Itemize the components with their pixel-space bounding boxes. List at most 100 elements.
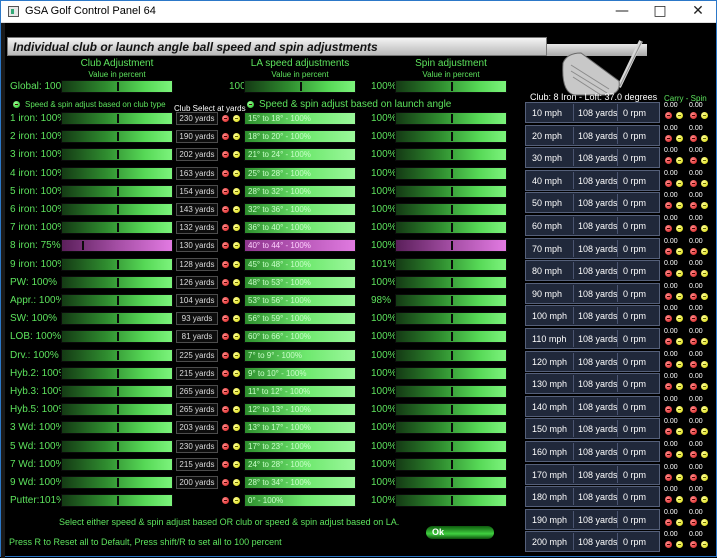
club-yards-field[interactable]: 265 yards [176, 403, 218, 416]
spin-slider[interactable] [395, 458, 507, 471]
slider-thumb[interactable] [451, 205, 453, 214]
club-speed-slider[interactable] [61, 403, 173, 416]
spin-slider[interactable] [395, 385, 507, 398]
club-yards-field[interactable]: 93 yards [176, 312, 218, 325]
spin-slider[interactable] [395, 203, 507, 216]
club-speed-slider[interactable] [61, 440, 173, 453]
club-speed-slider[interactable] [61, 421, 173, 434]
carry-increase-button[interactable] [675, 495, 684, 504]
slider-thumb[interactable] [117, 150, 119, 159]
spin-increase-button[interactable] [700, 201, 709, 210]
carry-increase-button[interactable] [675, 382, 684, 391]
increase-yards-button[interactable] [232, 496, 241, 505]
increase-yards-button[interactable] [232, 351, 241, 360]
la-speed-slider[interactable]: 7° to 9° - 100% [244, 349, 356, 362]
carry-decrease-button[interactable] [664, 495, 673, 504]
carry-decrease-button[interactable] [664, 156, 673, 165]
speed-row[interactable]: 10 mph 108 yards 0 rpm [525, 102, 660, 123]
club-yards-field[interactable]: 203 yards [176, 421, 218, 434]
spin-decrease-button[interactable] [689, 518, 698, 527]
spin-decrease-button[interactable] [689, 156, 698, 165]
carry-decrease-button[interactable] [664, 382, 673, 391]
increase-yards-button[interactable] [232, 405, 241, 414]
la-speed-slider[interactable]: 48° to 53° - 100% [244, 276, 356, 289]
carry-decrease-button[interactable] [664, 179, 673, 188]
slider-thumb[interactable] [117, 114, 119, 123]
spin-increase-button[interactable] [700, 405, 709, 414]
slider-thumb[interactable] [117, 460, 119, 469]
club-speed-slider[interactable] [61, 385, 173, 398]
slider-thumb[interactable] [451, 114, 453, 123]
spin-decrease-button[interactable] [689, 427, 698, 436]
la-speed-slider[interactable]: 56° to 59° - 100% [244, 312, 356, 325]
speed-row[interactable]: 90 mph 108 yards 0 rpm [525, 283, 660, 304]
decrease-yards-button[interactable] [221, 442, 230, 451]
club-speed-slider[interactable] [61, 130, 173, 143]
spin-slider[interactable] [395, 312, 507, 325]
increase-yards-button[interactable] [232, 369, 241, 378]
slider-thumb[interactable] [117, 351, 119, 360]
speed-row[interactable]: 160 mph 108 yards 0 rpm [525, 441, 660, 462]
carry-increase-button[interactable] [675, 450, 684, 459]
spin-decrease-button[interactable] [689, 450, 698, 459]
slider-thumb[interactable] [117, 82, 119, 91]
spin-increase-button[interactable] [700, 518, 709, 527]
spin-slider[interactable] [395, 421, 507, 434]
spin-increase-button[interactable] [700, 111, 709, 120]
carry-increase-button[interactable] [675, 269, 684, 278]
slider-thumb[interactable] [117, 205, 119, 214]
spin-slider[interactable] [395, 148, 507, 161]
club-yards-field[interactable]: 200 yards [176, 476, 218, 489]
slider-thumb[interactable] [117, 187, 119, 196]
club-speed-slider[interactable] [61, 221, 173, 234]
speed-row[interactable]: 100 mph 108 yards 0 rpm [525, 305, 660, 326]
spin-slider[interactable] [395, 294, 507, 307]
carry-decrease-button[interactable] [664, 201, 673, 210]
decrease-yards-button[interactable] [221, 114, 230, 123]
carry-decrease-button[interactable] [664, 292, 673, 301]
slider-thumb[interactable] [451, 260, 453, 269]
slider-thumb[interactable] [117, 314, 119, 323]
spin-increase-button[interactable] [700, 382, 709, 391]
global-la-slider[interactable] [244, 80, 356, 93]
carry-decrease-button[interactable] [664, 247, 673, 256]
slider-thumb[interactable] [117, 278, 119, 287]
carry-increase-button[interactable] [675, 201, 684, 210]
slider-thumb[interactable] [451, 150, 453, 159]
club-yards-field[interactable]: 126 yards [176, 276, 218, 289]
carry-increase-button[interactable] [675, 427, 684, 436]
spin-slider[interactable] [395, 185, 507, 198]
la-speed-slider[interactable]: 53° to 56° - 100% [244, 294, 356, 307]
decrease-yards-button[interactable] [221, 351, 230, 360]
carry-increase-button[interactable] [675, 540, 684, 549]
la-speed-slider[interactable]: 17° to 23° - 100% [244, 440, 356, 453]
speed-row[interactable]: 190 mph 108 yards 0 rpm [525, 509, 660, 530]
spin-slider[interactable] [395, 258, 507, 271]
carry-increase-button[interactable] [675, 292, 684, 301]
slider-thumb[interactable] [451, 278, 453, 287]
club-yards-field[interactable]: 215 yards [176, 458, 218, 471]
maximize-icon[interactable]: □ [641, 1, 679, 22]
la-speed-slider[interactable]: 36° to 40° - 100% [244, 221, 356, 234]
club-yards-field[interactable]: 190 yards [176, 130, 218, 143]
carry-decrease-button[interactable] [664, 450, 673, 459]
club-yards-field[interactable]: 132 yards [176, 221, 218, 234]
la-speed-slider[interactable]: 45° to 48° - 100% [244, 258, 356, 271]
decrease-yards-button[interactable] [221, 460, 230, 469]
spin-increase-button[interactable] [700, 292, 709, 301]
carry-increase-button[interactable] [675, 224, 684, 233]
club-speed-slider[interactable] [61, 458, 173, 471]
decrease-yards-button[interactable] [221, 369, 230, 378]
spin-decrease-button[interactable] [689, 495, 698, 504]
slider-thumb[interactable] [117, 223, 119, 232]
club-speed-slider[interactable] [61, 167, 173, 180]
carry-decrease-button[interactable] [664, 405, 673, 414]
slider-thumb[interactable] [451, 496, 453, 505]
club-type-radio[interactable] [12, 100, 21, 109]
club-speed-slider[interactable] [61, 349, 173, 362]
decrease-yards-button[interactable] [221, 150, 230, 159]
increase-yards-button[interactable] [232, 241, 241, 250]
club-speed-slider[interactable] [61, 330, 173, 343]
la-speed-slider[interactable]: 40° to 44° - 100% [244, 239, 356, 252]
carry-decrease-button[interactable] [664, 269, 673, 278]
